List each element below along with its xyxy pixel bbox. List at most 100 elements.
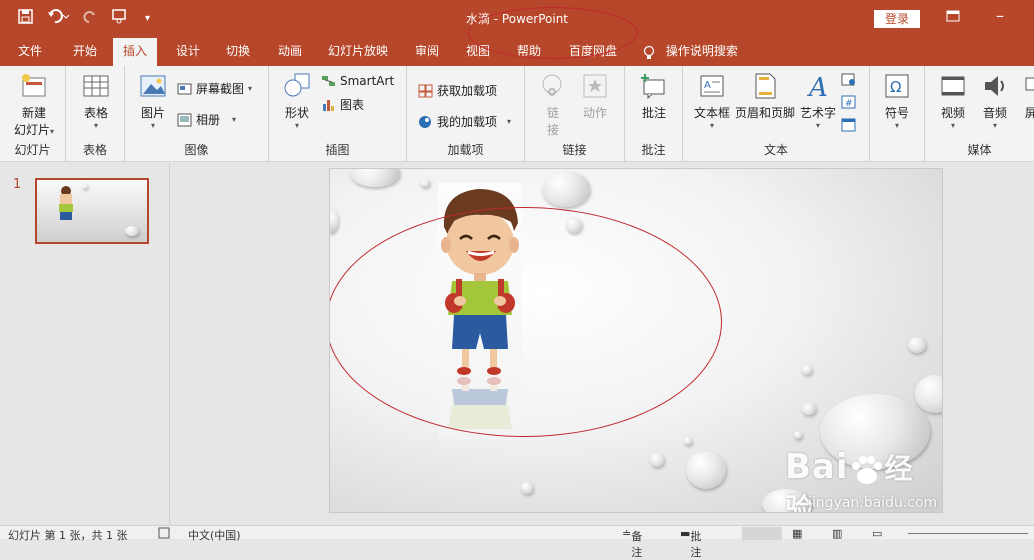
reading-view-icon[interactable]: ▥ [832,527,842,540]
tab-home[interactable]: 开始 [63,38,107,66]
action-button[interactable]: 动作 [577,72,613,121]
my-addins-label: 我的加载项 [437,115,498,129]
omega-icon: Ω [883,72,911,100]
group-illustrations: 形状 ▾ SmartArt 图表 插图 [269,66,407,162]
thumbnail-drop [125,226,139,236]
group-symbols: Ω 符号 ▾ [870,66,925,162]
title-annotation-oval [468,7,638,59]
symbol-label: 符号 [884,106,909,120]
slide-canvas[interactable]: Bai 经验 jingyan.baidu.com [329,168,943,513]
notes-label: 备注 [631,530,643,559]
symbol-button[interactable]: Ω 符号 ▾ [880,72,914,130]
language-status[interactable]: 中文(中国) [188,527,241,543]
tell-me-search[interactable]: 操作说明搜索 [640,38,748,66]
normal-view-button[interactable] [742,527,782,540]
chart-button[interactable]: 图表 [321,96,364,113]
spellcheck-icon[interactable] [158,527,170,542]
group-tables-label: 表格 [82,143,107,157]
tab-review[interactable]: 审阅 [405,38,449,66]
get-addins-label: 获取加载项 [437,84,498,98]
link-label2: 接 [546,123,559,137]
ribbon-display-options-icon[interactable] [946,10,960,26]
login-button[interactable]: 登录 [874,10,920,28]
table-button[interactable]: 表格 ▾ [75,72,117,130]
comments-button[interactable]: ▬ 批注 [680,527,701,559]
date-time-icon [841,72,856,86]
svg-text:Ω: Ω [890,78,901,96]
group-comments-label: 批注 [641,143,666,157]
my-addins-icon [418,115,433,129]
thumbnail-drop [82,184,88,189]
new-slide-label: 新建 [21,106,46,120]
water-drop [350,169,400,187]
textbox-button[interactable]: A 文本框 ▾ [691,72,733,130]
photo-album-icon [177,113,192,127]
date-time-button[interactable] [841,72,856,86]
screen-recording-button[interactable]: 屏 [1021,72,1034,121]
screen-recording-icon [1024,72,1034,100]
screen-recording-label: 屏 [1024,106,1034,120]
header-footer-button[interactable]: 页眉和页脚 [733,72,797,121]
photo-album-button[interactable]: 相册 ▾ [177,111,236,128]
watermark-url: jingyan.baidu.com [808,495,938,511]
chart-label: 图表 [340,98,365,112]
audio-label: 音频 [982,106,1007,120]
tab-transitions[interactable]: 切换 [216,38,260,66]
water-drop [542,171,590,207]
slide-thumbnail[interactable] [35,178,149,244]
slide-sorter-icon[interactable]: ▦ [792,527,802,540]
shapes-button[interactable]: 形状 ▾ [279,72,315,130]
link-button[interactable]: 链 接 [537,72,569,138]
water-drop [684,437,692,445]
group-media-label: 媒体 [967,143,992,157]
object-icon [841,118,856,132]
wordart-button[interactable]: A 艺术字 ▾ [797,72,839,130]
slide-number-button[interactable]: # [841,95,856,109]
slide-annotation-oval [330,207,722,437]
picture-button[interactable]: 图片 ▾ [135,72,171,130]
tab-animations[interactable]: 动画 [268,38,312,66]
film-icon [939,72,967,100]
tab-file[interactable]: 文件 [8,38,52,66]
object-button[interactable] [841,118,856,132]
comments-label: 批注 [690,530,702,559]
screenshot-label: 屏幕截图 [196,82,245,96]
comment-button[interactable]: 批注 [637,72,671,121]
smartart-icon [321,74,336,88]
get-addins-button[interactable]: 获取加载项 [418,82,497,99]
group-tables: 表格 ▾ 表格 [66,66,125,162]
tab-design[interactable]: 设计 [166,38,210,66]
audio-button[interactable]: 音频 ▾ [977,72,1013,130]
svg-text:#: # [845,99,853,109]
notes-button[interactable]: ≐ 备注 [622,527,642,559]
group-slides-label: 幻灯片 [14,143,51,157]
smartart-button[interactable]: SmartArt [321,74,394,88]
screenshot-button[interactable]: 屏幕截图 ▾ [177,80,252,97]
slideshow-view-icon[interactable]: ▭ [872,527,882,540]
table-icon [82,72,110,100]
tab-insert[interactable]: 插入 [113,38,158,66]
minimize-icon[interactable]: – [996,6,1004,25]
header-footer-icon [751,72,779,100]
water-drop [802,403,816,415]
action-star-icon [581,72,609,100]
tell-me-label: 操作说明搜索 [665,44,738,58]
video-button[interactable]: 视频 ▾ [935,72,971,130]
picture-label: 图片 [140,106,165,120]
group-media: 视频 ▾ 音频 ▾ 屏 媒体 [925,66,1034,162]
group-comments: 批注 批注 [625,66,683,162]
action-label: 动作 [582,106,607,120]
new-slide-button[interactable]: 新建 幻灯片▾ [8,72,60,138]
slide-count-status: 幻灯片 第 1 张，共 1 张 [8,529,128,542]
chart-icon [321,98,336,112]
status-bar: 幻灯片 第 1 张，共 1 张 中文(中国) ≐ 备注 ▬ 批注 ▦ ▥ ▭ [0,525,1034,559]
comment-icon [640,72,668,100]
group-illustrations-label: 插图 [325,143,350,157]
group-text-label: 文本 [763,143,788,157]
new-slide-label2: 幻灯片 [13,123,50,137]
tab-slideshow[interactable]: 幻灯片放映 [318,38,398,66]
slide-number: 1 [13,177,22,192]
zoom-slider[interactable] [908,533,1028,534]
my-addins-button[interactable]: 我的加载项 ▾ [418,113,511,130]
wordart-icon: A [804,72,832,103]
